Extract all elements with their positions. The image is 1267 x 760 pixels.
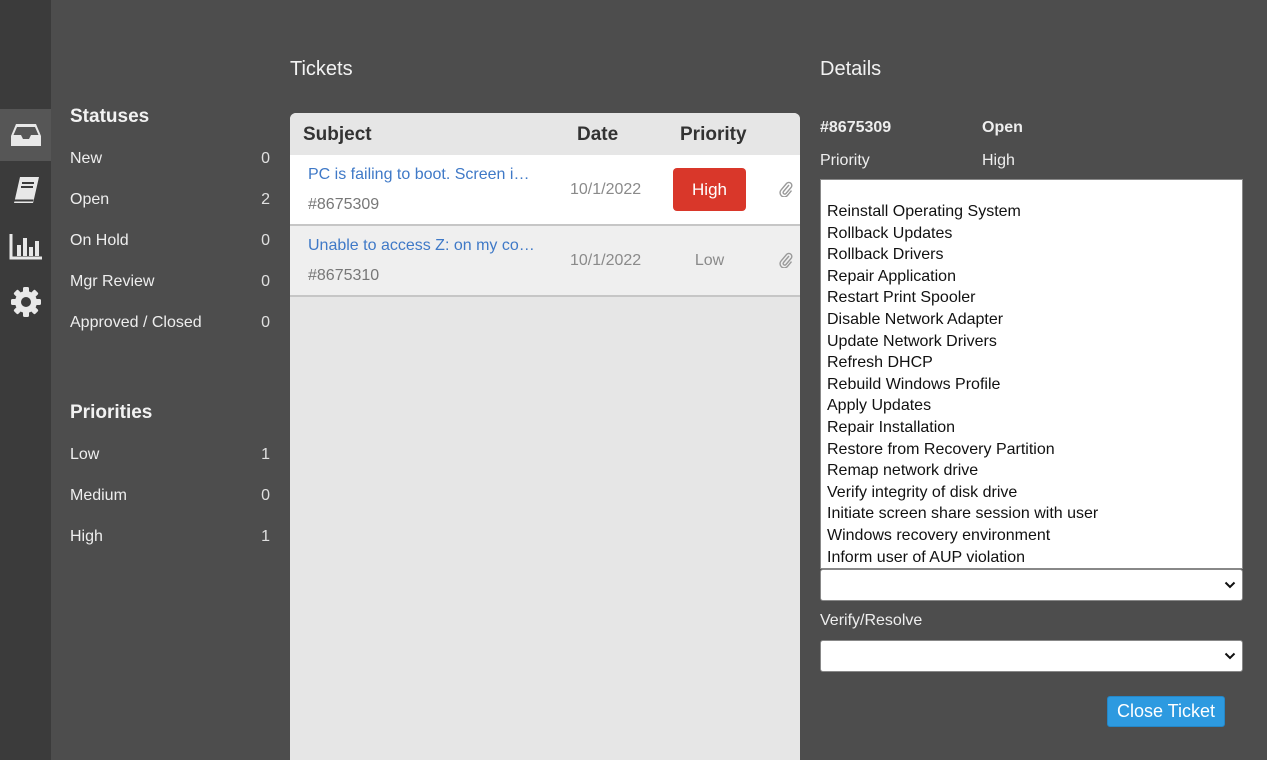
verify-resolve-select[interactable]	[820, 640, 1243, 672]
status-count: 0	[261, 273, 270, 290]
column-header-subject[interactable]: Subject	[303, 124, 372, 146]
status-count: 0	[261, 150, 270, 167]
action-option[interactable]: Rollback Drivers	[827, 244, 1242, 266]
status-filter-on-hold[interactable]: On Hold 0	[70, 229, 270, 253]
action-option[interactable]: Repair Installation	[827, 417, 1242, 439]
verify-resolve-label: Verify/Resolve	[820, 612, 923, 629]
book-icon	[13, 177, 39, 203]
detail-priority-label: Priority	[820, 152, 870, 169]
close-ticket-button[interactable]: Close Ticket	[1107, 696, 1225, 727]
tickets-table: Subject Date Priority PC is failing to b…	[290, 113, 800, 760]
priority-filter-high[interactable]: High 1	[70, 525, 270, 549]
knowledge-base-nav-button[interactable]	[0, 164, 51, 216]
status-count: 2	[261, 191, 270, 208]
action-option[interactable]: Windows recovery environment	[827, 525, 1242, 547]
paperclip-icon[interactable]	[779, 252, 793, 268]
column-header-date[interactable]: Date	[577, 124, 618, 146]
action-select[interactable]	[820, 569, 1243, 601]
action-option[interactable]: Verify integrity of disk drive	[827, 482, 1242, 504]
inbox-icon	[10, 124, 41, 146]
priority-filter-medium[interactable]: Medium 0	[70, 484, 270, 508]
status-label: Approved / Closed	[70, 314, 202, 331]
priority-label: High	[70, 528, 103, 545]
details-heading: Details	[820, 58, 882, 80]
tickets-table-header: Subject Date Priority	[290, 113, 800, 155]
action-option[interactable]: Repair Application	[827, 266, 1242, 288]
status-label: Open	[70, 191, 110, 208]
reports-nav-button[interactable]	[0, 220, 51, 272]
priority-text-low: Low	[694, 251, 725, 269]
settings-nav-button[interactable]	[0, 276, 51, 328]
status-label: Mgr Review	[70, 273, 155, 290]
status-filter-mgr-review[interactable]: Mgr Review 0	[70, 270, 270, 294]
priority-count: 0	[261, 487, 270, 504]
priority-count: 1	[261, 446, 270, 463]
chevron-down-icon	[1224, 652, 1236, 660]
paperclip-icon[interactable]	[779, 181, 793, 197]
priority-badge-high: High	[673, 168, 746, 211]
ticket-row[interactable]: Unable to access Z: on my co… #8675310 1…	[290, 226, 800, 297]
action-option[interactable]: Reinstall Operating System	[827, 201, 1242, 223]
action-option[interactable]: Rollback Updates	[827, 223, 1242, 245]
ticket-subject-link[interactable]: Unable to access Z: on my co…	[308, 237, 558, 255]
action-option[interactable]: Initiate screen share session with user	[827, 503, 1242, 525]
priority-label: Low	[70, 446, 100, 463]
bar-chart-icon	[9, 234, 42, 260]
ticket-date: 10/1/2022	[570, 252, 642, 269]
status-count: 0	[261, 232, 270, 249]
chevron-down-icon	[1224, 581, 1236, 589]
priority-filter-low[interactable]: Low 1	[70, 443, 270, 467]
priority-count: 1	[261, 528, 270, 545]
status-filter-approved-closed[interactable]: Approved / Closed 0	[70, 311, 270, 335]
status-label: On Hold	[70, 232, 129, 249]
statuses-title: Statuses	[70, 106, 150, 127]
action-option[interactable]: Rebuild Windows Profile	[827, 374, 1242, 396]
action-option[interactable]: Restore from Recovery Partition	[827, 439, 1242, 461]
status-label: New	[70, 150, 103, 167]
gear-icon	[10, 287, 41, 317]
column-header-priority[interactable]: Priority	[680, 124, 747, 146]
action-option[interactable]: Inform user of AUP violation	[827, 547, 1242, 569]
action-option[interactable]: Update Network Drivers	[827, 331, 1242, 353]
ticket-date: 10/1/2022	[570, 181, 642, 198]
inbox-nav-button[interactable]	[0, 109, 51, 161]
ticket-row[interactable]: PC is failing to boot. Screen i… #867530…	[290, 155, 800, 226]
ticket-id: #8675309	[308, 196, 380, 213]
priority-label: Medium	[70, 487, 127, 504]
ticket-id: #8675310	[308, 267, 380, 284]
status-filter-new[interactable]: New 0	[70, 147, 270, 171]
action-option[interactable]: Apply Updates	[827, 395, 1242, 417]
detail-status: Open	[982, 119, 1023, 136]
status-filter-open[interactable]: Open 2	[70, 188, 270, 212]
action-option[interactable]: Refresh DHCP	[827, 352, 1242, 374]
detail-ticket-id: #8675309	[820, 119, 892, 136]
ticket-subject-link[interactable]: PC is failing to boot. Screen i…	[308, 166, 558, 184]
tickets-heading: Tickets	[290, 58, 353, 80]
status-count: 0	[261, 314, 270, 331]
action-option[interactable]: Remap network drive	[827, 460, 1242, 482]
detail-priority-value: High	[982, 152, 1015, 169]
resolution-action-list[interactable]: Reinstall Operating System Rollback Upda…	[820, 179, 1243, 569]
icon-rail	[0, 0, 51, 760]
action-option[interactable]: Disable Network Adapter	[827, 309, 1242, 331]
priorities-title: Priorities	[70, 402, 153, 423]
action-option[interactable]: Restart Print Spooler	[827, 287, 1242, 309]
